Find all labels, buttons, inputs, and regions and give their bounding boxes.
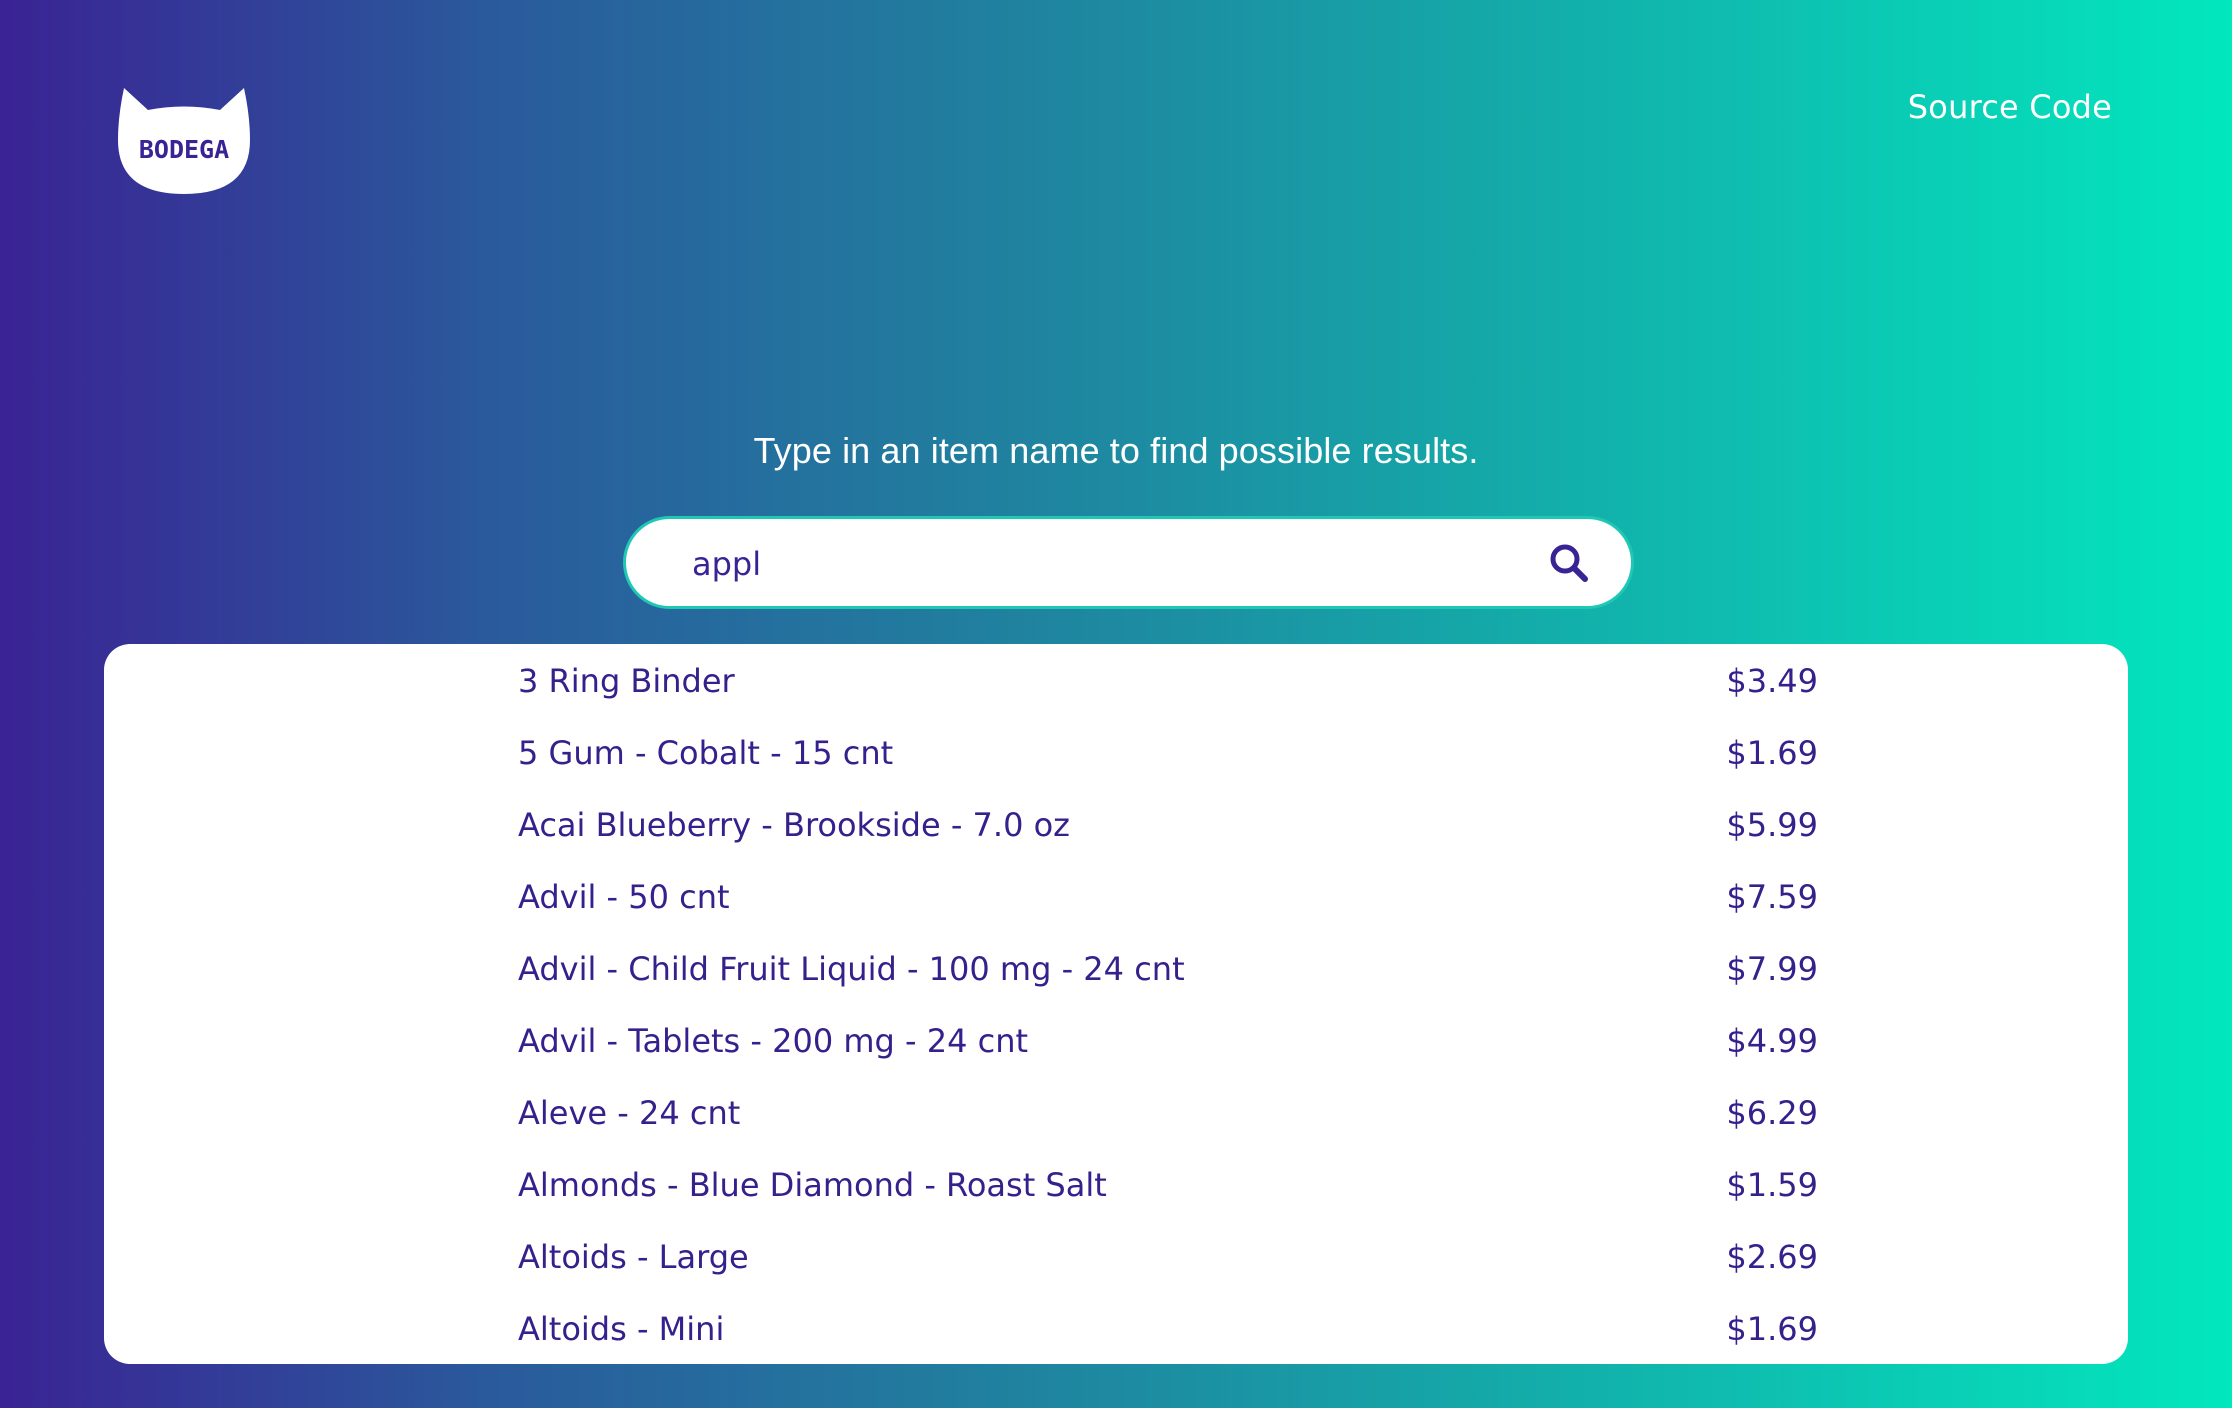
result-row[interactable]: Advil - Tablets - 200 mg - 24 cnt $4.99 xyxy=(518,1011,1818,1071)
result-price: $6.29 xyxy=(1726,1094,1818,1132)
search-input[interactable] xyxy=(690,519,1514,608)
result-row[interactable]: Altoids - Mini $1.69 xyxy=(518,1299,1818,1359)
result-price: $4.99 xyxy=(1726,1022,1818,1060)
result-price: $7.99 xyxy=(1726,950,1818,988)
result-price: $1.59 xyxy=(1726,1166,1818,1204)
result-name: Almonds - Blue Diamond - Roast Salt xyxy=(518,1166,1107,1204)
result-row[interactable]: Altoids - Large $2.69 xyxy=(518,1227,1818,1287)
result-name: Altoids - Large xyxy=(518,1238,749,1276)
result-price: $2.69 xyxy=(1726,1238,1818,1276)
search-prompt: Type in an item name to find possible re… xyxy=(753,430,1479,471)
result-name: Altoids - Mini xyxy=(518,1310,725,1348)
result-row[interactable]: Almonds - Blue Diamond - Roast Salt $1.5… xyxy=(518,1155,1818,1215)
result-price: $1.69 xyxy=(1726,1310,1818,1348)
result-row[interactable]: 5 Gum - Cobalt - 15 cnt $1.69 xyxy=(518,723,1818,783)
result-name: Acai Blueberry - Brookside - 7.0 oz xyxy=(518,806,1070,844)
search-icon[interactable] xyxy=(1549,543,1589,583)
source-code-link[interactable]: Source Code xyxy=(1908,88,2112,126)
search-box xyxy=(623,516,1634,609)
result-row[interactable]: Advil - Child Fruit Liquid - 100 mg - 24… xyxy=(518,939,1818,999)
result-row[interactable]: 3 Ring Binder $3.49 xyxy=(518,651,1818,711)
result-name: 5 Gum - Cobalt - 15 cnt xyxy=(518,734,894,772)
result-price: $5.99 xyxy=(1726,806,1818,844)
result-name: Aleve - 24 cnt xyxy=(518,1094,741,1132)
result-name: Advil - Tablets - 200 mg - 24 cnt xyxy=(518,1022,1029,1060)
result-row[interactable]: Acai Blueberry - Brookside - 7.0 oz $5.9… xyxy=(518,795,1818,855)
result-name: Advil - 50 cnt xyxy=(518,878,730,916)
cat-head-logo-icon: BODEGA xyxy=(118,88,250,194)
result-row[interactable]: Aleve - 24 cnt $6.29 xyxy=(518,1083,1818,1143)
bodega-logo[interactable]: BODEGA xyxy=(118,86,250,194)
result-price: $1.69 xyxy=(1726,734,1818,772)
result-row[interactable]: Advil - 50 cnt $7.59 xyxy=(518,867,1818,927)
result-price: $3.49 xyxy=(1726,662,1818,700)
results-list: 3 Ring Binder $3.49 5 Gum - Cobalt - 15 … xyxy=(104,644,2128,1364)
result-name: 3 Ring Binder xyxy=(518,662,735,700)
result-name: Advil - Child Fruit Liquid - 100 mg - 24… xyxy=(518,950,1185,988)
result-price: $7.59 xyxy=(1726,878,1818,916)
logo-text: BODEGA xyxy=(139,135,229,164)
